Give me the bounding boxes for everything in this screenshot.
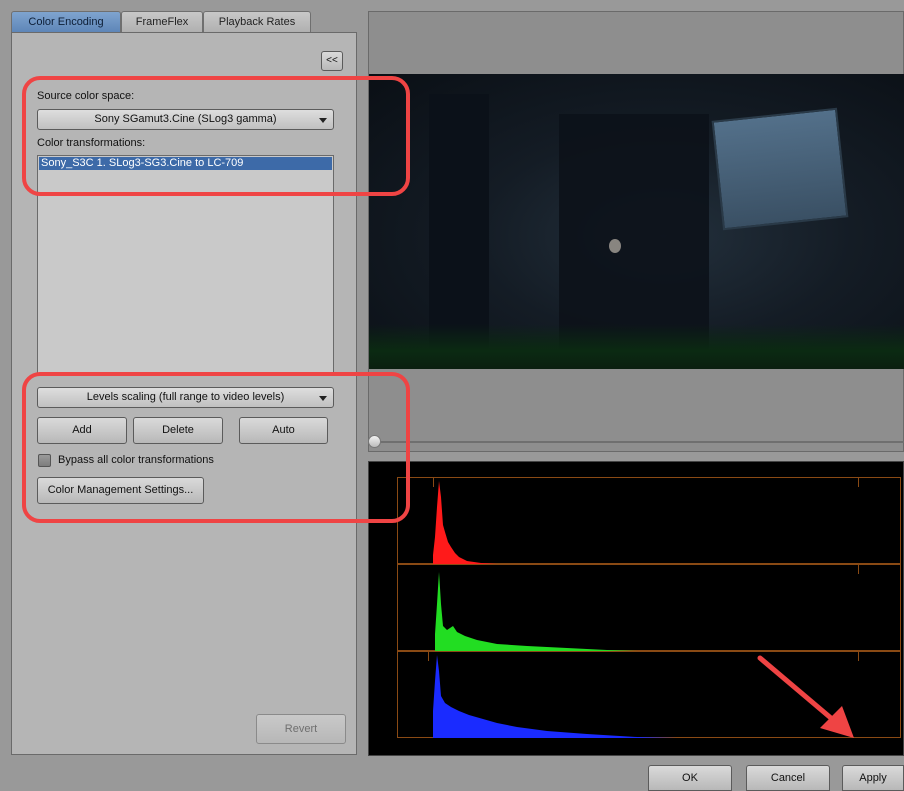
- collapse-button[interactable]: <<: [321, 51, 343, 71]
- grass: [369, 324, 904, 369]
- ok-button[interactable]: OK: [648, 765, 732, 791]
- timeline-track[interactable]: [380, 441, 904, 443]
- annotation-box-levels: [22, 372, 410, 523]
- green-histogram: [435, 572, 637, 651]
- video-preview: [369, 74, 904, 369]
- annotation-box-source: [22, 76, 410, 196]
- annotation-arrow: [757, 655, 854, 738]
- cancel-button[interactable]: Cancel: [746, 765, 830, 791]
- clapperboard: [711, 107, 849, 231]
- revert-button[interactable]: Revert: [256, 714, 346, 744]
- light-spot: [609, 239, 621, 253]
- tab-playback-rates[interactable]: Playback Rates: [203, 11, 311, 32]
- apply-button[interactable]: Apply: [842, 765, 904, 791]
- red-histogram: [433, 481, 497, 564]
- tab-color-encoding[interactable]: Color Encoding: [11, 11, 121, 32]
- preview-frame: [368, 11, 904, 452]
- tab-frameflex[interactable]: FrameFlex: [121, 11, 203, 32]
